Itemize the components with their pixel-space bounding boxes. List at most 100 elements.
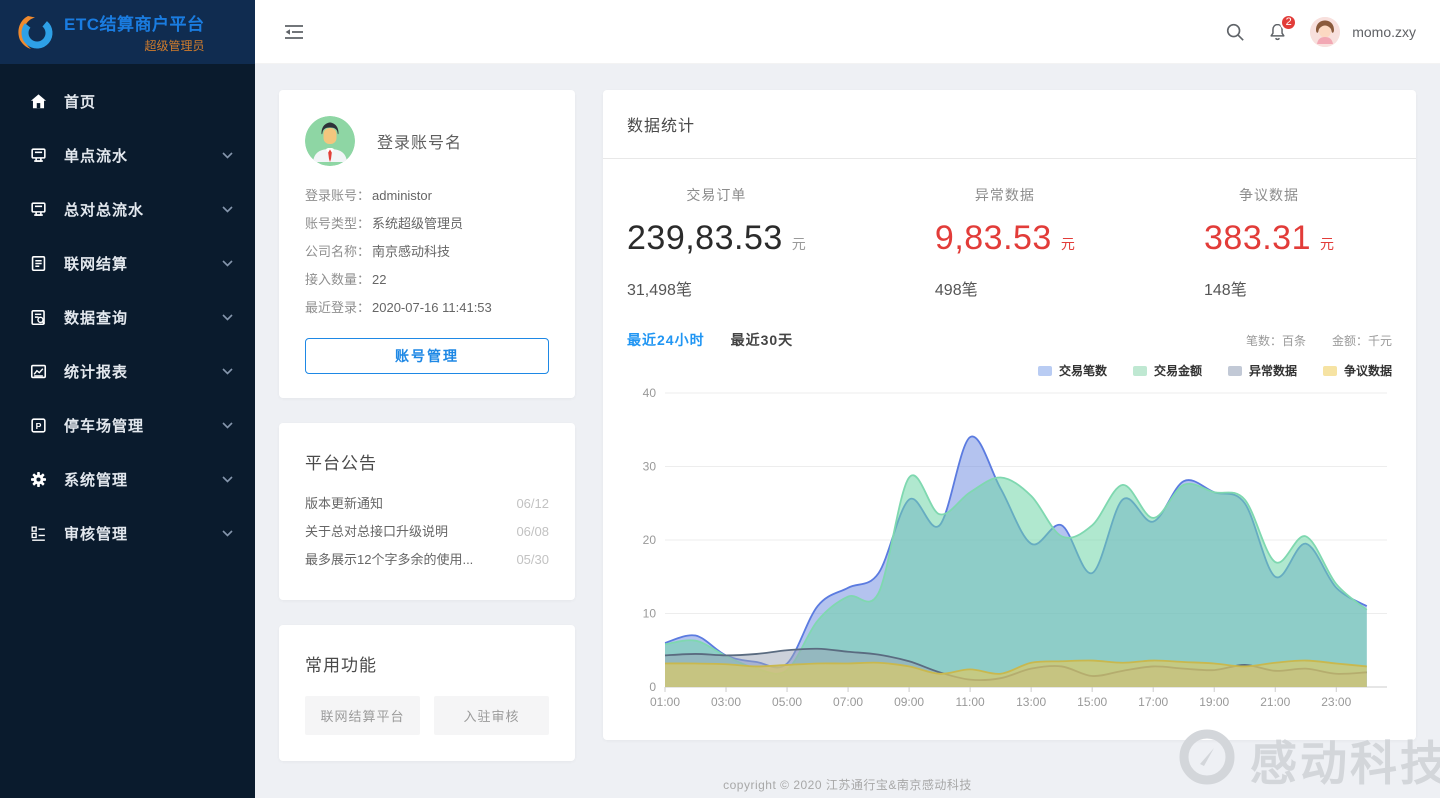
announcement-row[interactable]: 最多展示12个字多余的使用...05/30 bbox=[305, 546, 549, 574]
stats-card: 数据统计 交易订单239,83.53元31,498笔异常数据9,83.53元49… bbox=[603, 90, 1416, 740]
svg-text:0: 0 bbox=[649, 680, 656, 694]
profile-field-row: 公司名称：南京感动科技 bbox=[305, 238, 549, 266]
stat-label: 异常数据 bbox=[935, 185, 1075, 205]
sidebar-item-6[interactable]: P 停车场管理 bbox=[0, 398, 255, 452]
stat-unit: 元 bbox=[1061, 236, 1075, 252]
stat-block-2: 争议数据383.31元148笔 bbox=[1204, 185, 1334, 300]
chart-area: 01020304001:0003:0005:0007:0009:0011:001… bbox=[627, 383, 1392, 720]
legend-item-1[interactable]: 交易金额 bbox=[1133, 362, 1202, 379]
stat-row: 交易订单239,83.53元31,498笔异常数据9,83.53元498笔争议数… bbox=[627, 185, 1392, 300]
svg-text:10: 10 bbox=[643, 607, 657, 621]
field-label: 登录账号： bbox=[305, 182, 370, 210]
field-value: 南京感动科技 bbox=[372, 238, 450, 266]
svg-text:40: 40 bbox=[643, 386, 657, 400]
chevron-down-icon bbox=[222, 206, 233, 213]
svg-text:09:00: 09:00 bbox=[894, 695, 924, 709]
logo-block: ETC结算商户平台 超级管理员 bbox=[0, 0, 255, 64]
sidebar-item-label: 统计报表 bbox=[64, 361, 128, 382]
stat-value: 239,83.53 bbox=[627, 219, 783, 257]
notification-bell-icon[interactable]: 2 bbox=[1267, 21, 1288, 43]
stat-block-1: 异常数据9,83.53元498笔 bbox=[935, 185, 1075, 300]
tab-last-30d[interactable]: 最近30天 bbox=[731, 332, 794, 348]
sidebar-item-1[interactable]: 单点流水 bbox=[0, 128, 255, 182]
svg-text:13:00: 13:00 bbox=[1016, 695, 1046, 709]
chevron-down-icon bbox=[222, 368, 233, 375]
stat-unit: 元 bbox=[792, 236, 806, 252]
data-query-icon bbox=[28, 307, 48, 327]
legend-label: 异常数据 bbox=[1249, 362, 1297, 379]
svg-text:15:00: 15:00 bbox=[1077, 695, 1107, 709]
legend-item-2[interactable]: 异常数据 bbox=[1228, 362, 1297, 379]
stat-count: 498笔 bbox=[935, 276, 1075, 300]
sidebar-item-label: 停车场管理 bbox=[64, 415, 144, 436]
announcements-card: 平台公告 版本更新通知06/12关于总对总接口升级说明06/08最多展示12个字… bbox=[279, 423, 575, 600]
announcements-title: 平台公告 bbox=[305, 449, 549, 474]
announcement-title: 最多展示12个字多余的使用... bbox=[305, 546, 473, 574]
collapse-sidebar-icon[interactable] bbox=[283, 23, 305, 41]
announcement-title: 关于总对总接口升级说明 bbox=[305, 518, 448, 546]
svg-text:19:00: 19:00 bbox=[1199, 695, 1229, 709]
left-column: 登录账号名 登录账号：administor账号类型：系统超级管理员公司名称：南京… bbox=[279, 90, 575, 761]
field-label: 最近登录： bbox=[305, 294, 370, 322]
sidebar-item-2[interactable]: 总对总流水 bbox=[0, 182, 255, 236]
legend-swatch bbox=[1133, 366, 1147, 376]
top-header: 2 momo.zxy bbox=[255, 0, 1440, 64]
stat-unit: 元 bbox=[1320, 236, 1334, 252]
sidebar: ETC结算商户平台 超级管理员 首页单点流水总对总流水联网结算数据查询统计报表 P… bbox=[0, 0, 255, 798]
announcement-title: 版本更新通知 bbox=[305, 490, 383, 518]
search-icon[interactable] bbox=[1225, 22, 1245, 42]
field-value: administor bbox=[372, 182, 432, 210]
chevron-down-icon bbox=[222, 260, 233, 267]
svg-text:17:00: 17:00 bbox=[1138, 695, 1168, 709]
sidebar-item-4[interactable]: 数据查询 bbox=[0, 290, 255, 344]
sidebar-item-label: 审核管理 bbox=[64, 523, 128, 544]
sidebar-item-7[interactable]: 系统管理 bbox=[0, 452, 255, 506]
profile-card: 登录账号名 登录账号：administor账号类型：系统超级管理员公司名称：南京… bbox=[279, 90, 575, 398]
chart-legend: 交易笔数 交易金额 异常数据 争议数据 bbox=[627, 362, 1392, 379]
quick-action-button-0[interactable]: 联网结算平台 bbox=[305, 696, 420, 735]
sidebar-item-0[interactable]: 首页 bbox=[0, 74, 255, 128]
copyright-text: copyright © 2020 江苏通行宝&南京感动科技 bbox=[723, 778, 972, 792]
stat-label: 争议数据 bbox=[1204, 185, 1334, 205]
quick-action-button-1[interactable]: 入驻审核 bbox=[434, 696, 549, 735]
sidebar-item-label: 首页 bbox=[64, 91, 96, 112]
sidebar-item-8[interactable]: 审核管理 bbox=[0, 506, 255, 560]
app-title: ETC结算商户平台 bbox=[64, 10, 205, 35]
report-chart-icon bbox=[28, 361, 48, 381]
field-value: 系统超级管理员 bbox=[372, 210, 463, 238]
units-note: 笔数：百条 金额：千元 bbox=[1246, 332, 1392, 349]
field-value: 22 bbox=[372, 266, 386, 294]
announcement-date: 06/08 bbox=[516, 518, 549, 546]
stats-card-title: 数据统计 bbox=[627, 112, 1392, 136]
announcement-row[interactable]: 版本更新通知06/12 bbox=[305, 490, 549, 518]
username[interactable]: momo.zxy bbox=[1352, 24, 1416, 40]
home-icon bbox=[28, 91, 48, 111]
notification-badge: 2 bbox=[1280, 14, 1297, 31]
sidebar-item-3[interactable]: 联网结算 bbox=[0, 236, 255, 290]
tab-last-24h[interactable]: 最近24小时 bbox=[627, 332, 705, 348]
legend-item-0[interactable]: 交易笔数 bbox=[1038, 362, 1107, 379]
sidebar-item-label: 总对总流水 bbox=[64, 199, 144, 220]
chevron-down-icon bbox=[222, 530, 233, 537]
sidebar-item-label: 系统管理 bbox=[64, 469, 128, 490]
avatar[interactable] bbox=[1310, 17, 1340, 47]
sidebar-item-5[interactable]: 统计报表 bbox=[0, 344, 255, 398]
chevron-down-icon bbox=[222, 314, 233, 321]
legend-item-3[interactable]: 争议数据 bbox=[1323, 362, 1392, 379]
svg-text:23:00: 23:00 bbox=[1321, 695, 1351, 709]
announcement-row[interactable]: 关于总对总接口升级说明 06/08 bbox=[305, 518, 549, 546]
svg-text:P: P bbox=[35, 421, 41, 431]
account-manage-button[interactable]: 账号管理 bbox=[305, 338, 549, 374]
right-column: 数据统计 交易订单239,83.53元31,498笔异常数据9,83.53元49… bbox=[603, 90, 1416, 761]
svg-text:01:00: 01:00 bbox=[650, 695, 680, 709]
profile-card-title: 登录账号名 bbox=[377, 129, 462, 153]
legend-swatch bbox=[1038, 366, 1052, 376]
field-label: 接入数量： bbox=[305, 266, 370, 294]
stat-count: 148笔 bbox=[1204, 276, 1334, 300]
total-flow-icon bbox=[28, 199, 48, 219]
svg-text:20: 20 bbox=[643, 533, 657, 547]
sidebar-item-label: 联网结算 bbox=[64, 253, 128, 274]
audit-list-icon bbox=[28, 523, 48, 543]
sidebar-menu: 首页单点流水总对总流水联网结算数据查询统计报表 P 停车场管理系统管理审核管理 bbox=[0, 64, 255, 560]
chevron-down-icon bbox=[222, 422, 233, 429]
